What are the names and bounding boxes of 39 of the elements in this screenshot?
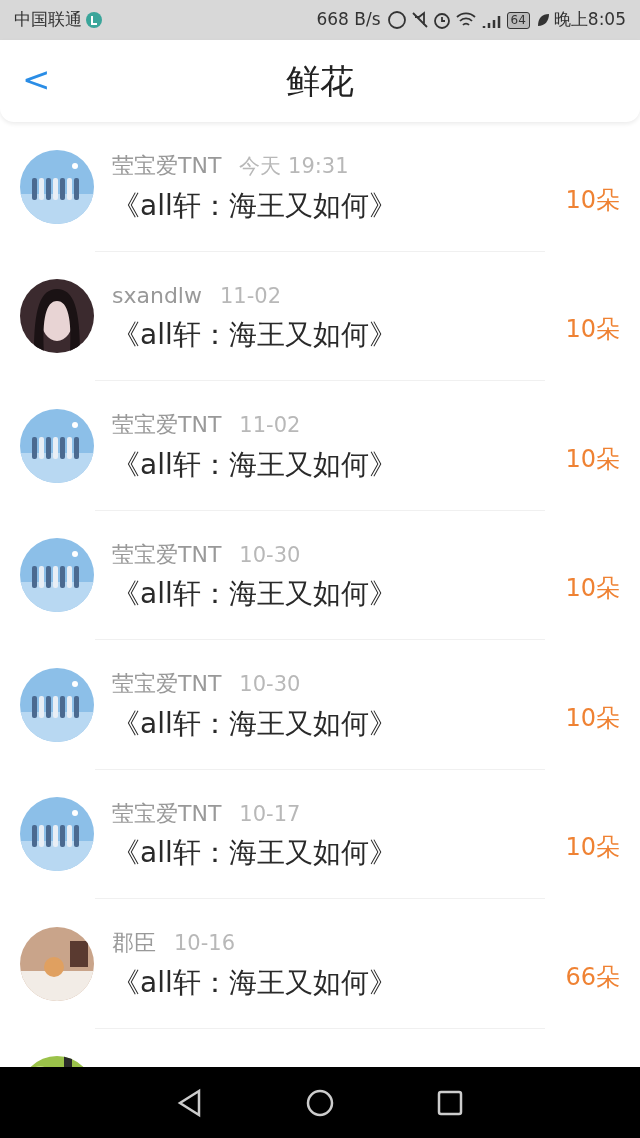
user-name: 莹宝爱TNT	[112, 799, 222, 828]
post-date: 10-30	[239, 541, 301, 569]
notification-icon	[86, 12, 102, 28]
flower-count: 10朵	[565, 573, 620, 604]
user-name: 莹宝爱TNT	[112, 152, 222, 180]
flower-count: 10朵	[565, 832, 620, 863]
work-title: 《all轩：海王又如何》	[112, 576, 398, 612]
page-title: 鲜花	[286, 59, 354, 103]
flower-count: 66朵	[565, 961, 620, 993]
work-title: 《all轩：海王又如何》	[112, 317, 398, 353]
post-date: 10-30	[239, 671, 301, 698]
battery-icon: 64	[506, 11, 530, 29]
user-name: 莹宝爱TNT	[112, 411, 222, 439]
flower-count: 10朵	[565, 702, 620, 734]
work-title: 《all轩：海王又如何》	[112, 705, 398, 742]
user-name: 郡臣	[112, 929, 156, 957]
leaf-icon	[535, 12, 550, 28]
post-date: 11-02	[239, 412, 301, 439]
alarm-icon	[432, 10, 451, 30]
work-title: 《all轩：海王又如何》	[112, 187, 398, 224]
home-icon[interactable]	[305, 1087, 335, 1118]
mute-icon	[410, 10, 429, 30]
post-date: 11-02	[220, 282, 281, 310]
flower-count: 10朵	[565, 443, 620, 475]
work-title: 《all轩：海王又如何》	[112, 446, 398, 483]
post-date: 10-17	[239, 800, 301, 828]
user-name: sxandlw	[112, 281, 202, 310]
flower-count: 10朵	[565, 314, 620, 345]
work-title: 《all轩：海王又如何》	[112, 835, 398, 871]
user-name: 莹宝爱TNT	[112, 670, 222, 698]
post-date: 10-16	[174, 930, 236, 957]
back-button[interactable]: <	[22, 62, 51, 96]
carrier-name: 中国联通	[14, 8, 82, 32]
post-date: 今天 19:31	[239, 153, 349, 180]
work-title: 《all轩：海王又如何》	[112, 964, 398, 1001]
network-speed: 668 B/s	[316, 8, 381, 32]
user-name: 莹宝爱TNT	[112, 540, 222, 569]
flower-count: 10朵	[565, 184, 620, 216]
clock-time: 晚上8:05	[553, 8, 626, 32]
